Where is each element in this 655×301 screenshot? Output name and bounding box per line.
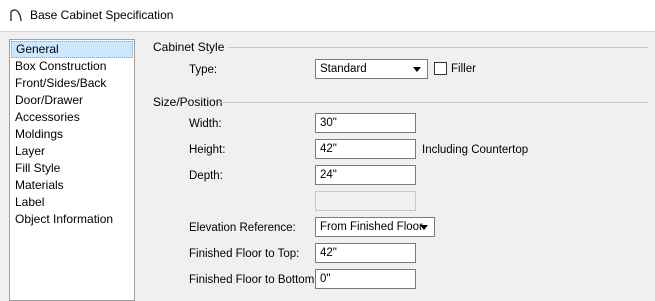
size-position-divider bbox=[218, 102, 648, 103]
elevation-reference-value: From Finished Floor bbox=[320, 221, 423, 233]
nav-item-layer[interactable]: Layer bbox=[11, 143, 133, 160]
floor-to-bottom-field[interactable]: 0" bbox=[315, 269, 416, 289]
floor-to-top-label: Finished Floor to Top: bbox=[189, 248, 300, 260]
category-list[interactable]: General Box Construction Front/Sides/Bac… bbox=[9, 39, 135, 301]
nav-item-object-information[interactable]: Object Information bbox=[11, 211, 133, 228]
type-dropdown[interactable]: Standard bbox=[315, 59, 428, 79]
nav-item-front-sides-back[interactable]: Front/Sides/Back bbox=[11, 75, 133, 92]
cabinet-arc-icon bbox=[10, 9, 22, 22]
depth-label: Depth: bbox=[189, 170, 223, 182]
height-field[interactable]: 42" bbox=[315, 139, 416, 159]
type-label: Type: bbox=[189, 64, 218, 76]
filler-checkbox[interactable] bbox=[434, 62, 447, 75]
nav-item-accessories[interactable]: Accessories bbox=[11, 109, 133, 126]
nav-item-door-drawer[interactable]: Door/Drawer bbox=[11, 92, 133, 109]
size-position-group-label: Size/Position bbox=[153, 95, 223, 109]
elevation-reference-dropdown[interactable]: From Finished Floor bbox=[315, 217, 435, 237]
nav-item-moldings[interactable]: Moldings bbox=[11, 126, 133, 143]
width-label: Width: bbox=[189, 118, 222, 130]
elevation-reference-label: Elevation Reference: bbox=[189, 222, 296, 234]
type-dropdown-value: Standard bbox=[320, 63, 367, 75]
nav-item-fill-style[interactable]: Fill Style bbox=[11, 160, 133, 177]
cabinet-style-group-label: Cabinet Style bbox=[153, 40, 225, 54]
window-title: Base Cabinet Specification bbox=[30, 8, 174, 22]
nav-item-materials[interactable]: Materials bbox=[11, 177, 133, 194]
width-field[interactable]: 30" bbox=[315, 113, 416, 133]
disabled-field bbox=[315, 191, 416, 211]
title-bar: Base Cabinet Specification bbox=[0, 0, 655, 32]
chevron-down-icon bbox=[420, 225, 428, 230]
height-note: Including Countertop bbox=[422, 144, 529, 156]
cabinet-style-divider bbox=[228, 47, 648, 48]
filler-label: Filler bbox=[451, 63, 476, 75]
floor-to-bottom-label: Finished Floor to Bottom: bbox=[189, 274, 318, 286]
nav-item-box-construction[interactable]: Box Construction bbox=[11, 58, 133, 75]
floor-to-top-field[interactable]: 42" bbox=[315, 243, 416, 263]
nav-item-general[interactable]: General bbox=[11, 41, 133, 58]
nav-item-label[interactable]: Label bbox=[11, 194, 133, 211]
chevron-down-icon bbox=[413, 67, 421, 72]
height-label: Height: bbox=[189, 144, 226, 156]
depth-field[interactable]: 24" bbox=[315, 165, 416, 185]
